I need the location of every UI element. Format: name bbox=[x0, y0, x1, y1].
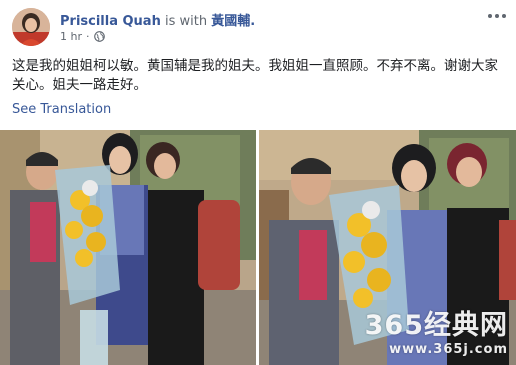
watermark-url: www.365j.com bbox=[389, 342, 508, 357]
tagged-person[interactable]: 黃國輔. bbox=[211, 14, 255, 29]
watermark-brand: 365经典网 bbox=[364, 310, 508, 341]
photo-right[interactable]: 365经典网 www.365j.com bbox=[259, 130, 516, 365]
watermark: 365经典网 www.365j.com bbox=[365, 303, 508, 357]
see-translation-link[interactable]: See Translation bbox=[12, 102, 111, 117]
author-line: Priscilla Quah is with 黃國輔. bbox=[60, 10, 255, 29]
globe-icon[interactable] bbox=[93, 31, 105, 42]
post-timestamp[interactable]: 1 hr bbox=[60, 30, 82, 43]
post-text: 这是我的姐姐柯以敏。黄国辅是我的姐夫。我姐姐一直照顾。不弃不离。谢谢大家关心。姐… bbox=[12, 58, 498, 93]
author-name[interactable]: Priscilla Quah bbox=[60, 14, 161, 29]
photo-left[interactable] bbox=[0, 130, 256, 365]
with-text: is with bbox=[164, 14, 208, 29]
post-meta: 1 hr · bbox=[60, 30, 105, 43]
separator-dot: · bbox=[86, 30, 90, 43]
more-options-icon[interactable] bbox=[486, 8, 508, 24]
author-avatar[interactable] bbox=[12, 8, 50, 46]
photo-grid: 365经典网 www.365j.com bbox=[0, 130, 516, 365]
post-header: Priscilla Quah is with 黃國輔. 1 hr · bbox=[12, 6, 508, 50]
